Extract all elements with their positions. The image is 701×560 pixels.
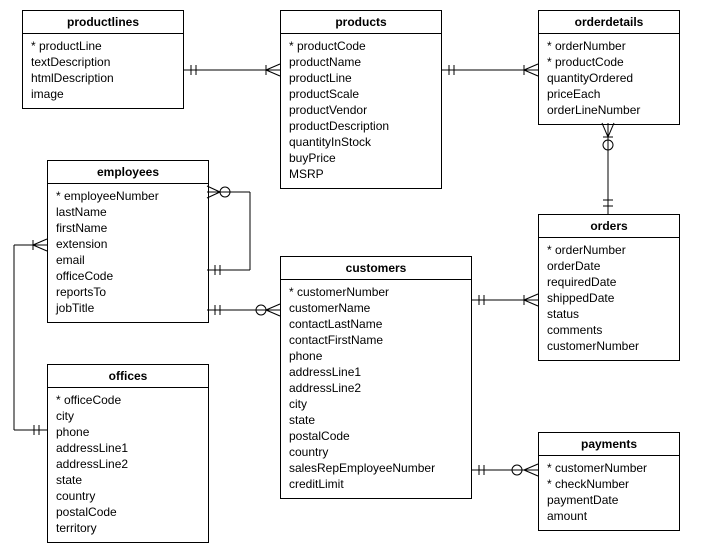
field: requiredDate — [547, 274, 671, 290]
field: salesRepEmployeeNumber — [289, 460, 463, 476]
entity-customers: customers * customerNumber customerName … — [280, 256, 472, 499]
field: textDescription — [31, 54, 175, 70]
field: officeCode — [56, 268, 200, 284]
field: jobTitle — [56, 300, 200, 316]
field: paymentDate — [547, 492, 671, 508]
field: customerNumber — [547, 338, 671, 354]
field: productDescription — [289, 118, 433, 134]
entity-title: orders — [539, 215, 679, 238]
field: firstName — [56, 220, 200, 236]
entity-title: productlines — [23, 11, 183, 34]
field: comments — [547, 322, 671, 338]
field: phone — [56, 424, 200, 440]
field: phone — [289, 348, 463, 364]
entity-fields: * employeeNumber lastName firstName exte… — [48, 184, 208, 322]
entity-fields: * orderNumber orderDate requiredDate shi… — [539, 238, 679, 360]
field: priceEach — [547, 86, 671, 102]
field: country — [289, 444, 463, 460]
entity-fields: * customerNumber * checkNumber paymentDa… — [539, 456, 679, 530]
field: * orderNumber — [547, 242, 671, 258]
field: * productCode — [547, 54, 671, 70]
field: customerName — [289, 300, 463, 316]
field: addressLine1 — [289, 364, 463, 380]
field: city — [289, 396, 463, 412]
field: productName — [289, 54, 433, 70]
field: contactLastName — [289, 316, 463, 332]
field: postalCode — [289, 428, 463, 444]
field: shippedDate — [547, 290, 671, 306]
entity-payments: payments * customerNumber * checkNumber … — [538, 432, 680, 531]
field: addressLine2 — [56, 456, 200, 472]
entity-orders: orders * orderNumber orderDate requiredD… — [538, 214, 680, 361]
entity-fields: * orderNumber * productCode quantityOrde… — [539, 34, 679, 124]
field: * orderNumber — [547, 38, 671, 54]
entity-fields: * officeCode city phone addressLine1 add… — [48, 388, 208, 542]
field: MSRP — [289, 166, 433, 182]
field: * productCode — [289, 38, 433, 54]
field: * customerNumber — [289, 284, 463, 300]
field: territory — [56, 520, 200, 536]
entity-title: offices — [48, 365, 208, 388]
entity-orderdetails: orderdetails * orderNumber * productCode… — [538, 10, 680, 125]
entity-productlines: productlines * productLine textDescripti… — [22, 10, 184, 109]
field: addressLine2 — [289, 380, 463, 396]
field: * productLine — [31, 38, 175, 54]
entity-title: products — [281, 11, 441, 34]
er-diagram-canvas: productlines * productLine textDescripti… — [0, 0, 701, 560]
field: orderDate — [547, 258, 671, 274]
field: state — [289, 412, 463, 428]
field: city — [56, 408, 200, 424]
field: addressLine1 — [56, 440, 200, 456]
entity-fields: * productCode productName productLine pr… — [281, 34, 441, 188]
field: lastName — [56, 204, 200, 220]
field: postalCode — [56, 504, 200, 520]
entity-title: orderdetails — [539, 11, 679, 34]
field: country — [56, 488, 200, 504]
field: status — [547, 306, 671, 322]
entity-title: payments — [539, 433, 679, 456]
field: quantityOrdered — [547, 70, 671, 86]
field: productVendor — [289, 102, 433, 118]
field: * officeCode — [56, 392, 200, 408]
field: state — [56, 472, 200, 488]
field: productLine — [289, 70, 433, 86]
field: contactFirstName — [289, 332, 463, 348]
field: amount — [547, 508, 671, 524]
field: quantityInStock — [289, 134, 433, 150]
field: buyPrice — [289, 150, 433, 166]
entity-title: customers — [281, 257, 471, 280]
entity-products: products * productCode productName produ… — [280, 10, 442, 189]
field: creditLimit — [289, 476, 463, 492]
field: email — [56, 252, 200, 268]
field: * employeeNumber — [56, 188, 200, 204]
field: orderLineNumber — [547, 102, 671, 118]
field: extension — [56, 236, 200, 252]
entity-fields: * productLine textDescription htmlDescri… — [23, 34, 183, 108]
entity-offices: offices * officeCode city phone addressL… — [47, 364, 209, 543]
field: image — [31, 86, 175, 102]
field: reportsTo — [56, 284, 200, 300]
field: * customerNumber — [547, 460, 671, 476]
entity-title: employees — [48, 161, 208, 184]
field: htmlDescription — [31, 70, 175, 86]
field: productScale — [289, 86, 433, 102]
field: * checkNumber — [547, 476, 671, 492]
entity-employees: employees * employeeNumber lastName firs… — [47, 160, 209, 323]
entity-fields: * customerNumber customerName contactLas… — [281, 280, 471, 498]
